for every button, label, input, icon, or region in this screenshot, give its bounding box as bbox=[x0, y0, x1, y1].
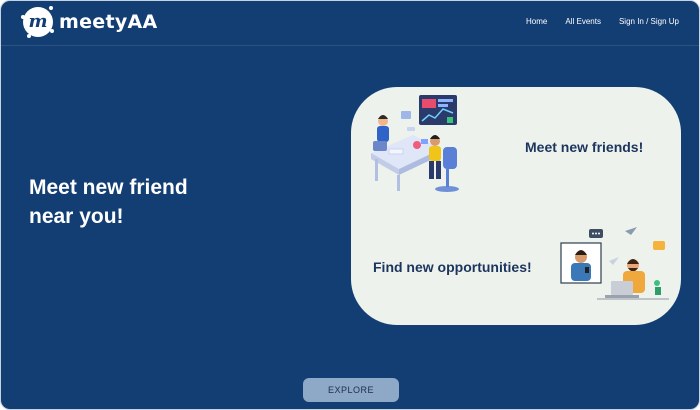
navbar: m meetyAA Home All Events Sign In / Sign… bbox=[1, 1, 699, 46]
hero-heading: Meet new friend near you! bbox=[29, 173, 259, 231]
explore-button[interactable]: EXPLORE bbox=[303, 378, 399, 402]
nav-all-events[interactable]: All Events bbox=[565, 17, 601, 26]
feature-meet-friends: Meet new friends! bbox=[525, 139, 644, 155]
nav-links: Home All Events Sign In / Sign Up bbox=[526, 17, 679, 26]
feature-card: Meet new friends! Find new opportunities… bbox=[351, 87, 681, 325]
hero-heading-line1: Meet new friend bbox=[29, 176, 188, 199]
nav-sign-in[interactable]: Sign In / Sign Up bbox=[619, 17, 679, 26]
office-team-illustration bbox=[371, 95, 459, 192]
logo-dot bbox=[21, 15, 25, 19]
nav-home[interactable]: Home bbox=[526, 17, 547, 26]
logo-dot bbox=[49, 6, 53, 10]
logo-letter: m bbox=[28, 11, 48, 32]
feature-opportunities: Find new opportunities! bbox=[373, 259, 532, 275]
app-frame: m meetyAA Home All Events Sign In / Sign… bbox=[0, 0, 700, 410]
logo-dot bbox=[27, 34, 31, 38]
video-chat-illustration bbox=[560, 227, 669, 300]
brand-logo[interactable]: m meetyAA bbox=[21, 6, 158, 38]
logo-icon: m bbox=[21, 6, 54, 38]
hero-heading-line2: near you! bbox=[29, 205, 124, 228]
brand-name: meetyAA bbox=[59, 11, 158, 33]
logo-dot bbox=[50, 29, 54, 33]
